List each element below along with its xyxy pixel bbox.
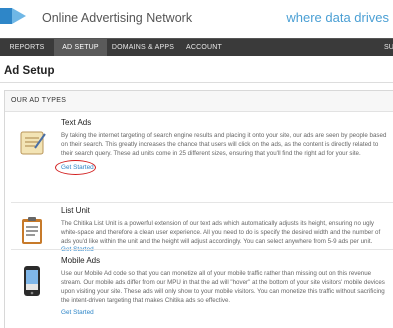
main-nav: REPORTS AD SETUP DOMAINS & APPS ACCOUNT …: [0, 38, 393, 56]
ad-types-panel: OUR AD TYPES Text Ads By taking the inte…: [4, 90, 393, 328]
ad-type-text-ads: Text Ads By taking the internet targetin…: [5, 112, 393, 194]
panel-title: OUR AD TYPES: [11, 97, 67, 104]
phone-icon: [24, 266, 40, 296]
header: Online Advertising Network where data dr…: [0, 0, 393, 38]
nav-ad-setup[interactable]: AD SETUP: [54, 39, 107, 56]
nav-account[interactable]: ACCOUNT: [179, 39, 229, 56]
ad-type-name: Mobile Ads: [61, 256, 101, 265]
logo-icon: [0, 8, 26, 24]
page-title: Ad Setup: [4, 65, 55, 77]
brand-name: Online Advertising Network: [42, 11, 193, 25]
nav-reports[interactable]: REPORTS: [0, 39, 54, 56]
nav-domains-apps[interactable]: DOMAINS & APPS: [107, 39, 179, 56]
divider: [0, 82, 393, 83]
ad-type-description: Use our Mobile Ad code so that you can m…: [61, 270, 385, 304]
ad-type-mobile-ads: Mobile Ads Use our Mobile Ad code so tha…: [5, 250, 393, 328]
panel-header: OUR AD TYPES: [5, 91, 393, 112]
scroll-icon: [20, 131, 46, 155]
ad-type-description: The Chitika List Unit is a powerful exte…: [61, 220, 381, 245]
ad-type-name: Text Ads: [61, 118, 92, 127]
ad-type-description: By taking the internet targeting of sear…: [61, 132, 387, 157]
highlight-circle: [55, 160, 96, 175]
get-started-link[interactable]: Get Started: [61, 309, 94, 316]
tagline: where data drives: [286, 10, 389, 25]
nav-su[interactable]: SU: [380, 39, 393, 56]
clipboard-icon: [22, 217, 42, 244]
ad-type-name: List Unit: [61, 206, 90, 215]
